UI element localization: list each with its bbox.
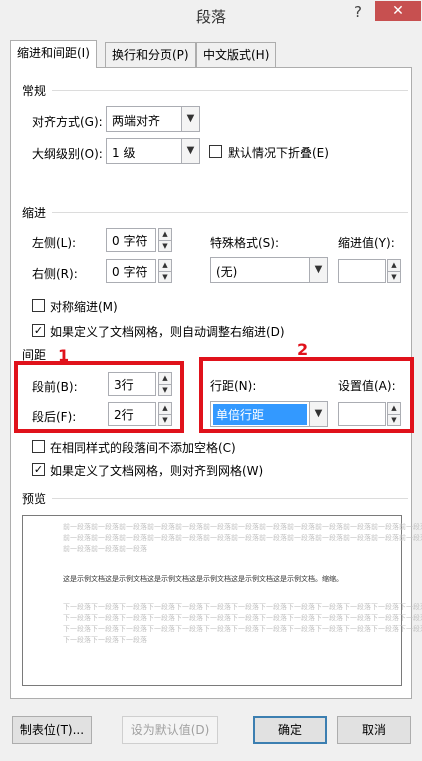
alignment-select[interactable]: 两端对齐 ▼ <box>106 106 200 132</box>
annotation-2: 2 <box>297 340 309 359</box>
outline-level-value: 1 级 <box>112 146 136 160</box>
tab-line-page-breaks[interactable]: 换行和分页(P) <box>105 42 196 68</box>
cancel-button[interactable]: 取消 <box>337 716 411 744</box>
preview-next-line: 下一段落下一段落下一段落 <box>63 636 147 644</box>
special-indent-label: 特殊格式(S): <box>210 236 280 250</box>
outline-level-select[interactable]: 1 级 ▼ <box>106 138 200 164</box>
mirror-indents-label: 对称缩进(M) <box>50 300 118 314</box>
no-space-same-style-label: 在相同样式的段落间不添加空格(C) <box>50 441 236 455</box>
spin-up-icon[interactable]: ▲ <box>159 260 171 271</box>
right-indent-input[interactable]: 0 字符 <box>106 259 156 283</box>
indent-by-spinner[interactable]: ▲ ▼ <box>387 259 401 283</box>
tab-asian-typography[interactable]: 中文版式(H) <box>196 42 277 68</box>
preview-prev-line: 前一段落前一段落前一段落 <box>63 545 147 553</box>
indent-by-label: 缩进值(Y): <box>338 236 395 250</box>
spin-up-icon[interactable]: ▲ <box>388 260 400 271</box>
ok-button[interactable]: 确定 <box>253 716 327 744</box>
help-button[interactable]: ? <box>350 2 366 22</box>
preview-next-line: 下一段落下一段落下一段落下一段落下一段落下一段落下一段落下一段落下一段落下一段落… <box>63 603 422 611</box>
snap-to-grid-label: 如果定义了文档网格，则对齐到网格(W) <box>50 464 264 478</box>
outline-level-label: 大纲级别(O): <box>32 147 103 161</box>
right-indent-spinner[interactable]: ▲ ▼ <box>158 259 172 283</box>
close-button[interactable]: ✕ <box>375 1 421 21</box>
left-indent-label: 左侧(L): <box>32 236 77 250</box>
spin-down-icon[interactable]: ▼ <box>159 240 171 251</box>
preview-next-line: 下一段落下一段落下一段落下一段落下一段落下一段落下一段落下一段落下一段落下一段落… <box>63 625 422 633</box>
preview-prev-line: 前一段落前一段落前一段落前一段落前一段落前一段落前一段落前一段落前一段落前一段落… <box>63 534 422 542</box>
highlight-box-1 <box>14 361 184 433</box>
spin-up-icon[interactable]: ▲ <box>159 229 171 240</box>
general-header: 常规 <box>22 84 47 98</box>
auto-adjust-label: 如果定义了文档网格，则自动调整右缩进(D) <box>50 325 285 339</box>
alignment-label: 对齐方式(G): <box>32 115 103 129</box>
paragraph-dialog: 段落 ? ✕ 缩进和间距(I) 换行和分页(P) 中文版式(H) 常规 对齐方式… <box>0 0 422 761</box>
spin-down-icon[interactable]: ▼ <box>159 271 171 282</box>
title-bar: 段落 ? ✕ <box>0 0 422 30</box>
spin-down-icon[interactable]: ▼ <box>388 271 400 282</box>
no-space-same-style-checkbox[interactable] <box>32 440 45 453</box>
preview-prev-line: 前一段落前一段落前一段落前一段落前一段落前一段落前一段落前一段落前一段落前一段落… <box>63 523 422 531</box>
chevron-down-icon[interactable]: ▼ <box>181 107 199 131</box>
alignment-value: 两端对齐 <box>112 114 161 128</box>
indent-header: 缩进 <box>22 206 47 220</box>
preview-box: 前一段落前一段落前一段落前一段落前一段落前一段落前一段落前一段落前一段落前一段落… <box>22 515 422 686</box>
chevron-down-icon[interactable]: ▼ <box>309 258 327 282</box>
special-indent-value: (无) <box>216 265 238 279</box>
tab-indents-spacing[interactable]: 缩进和间距(I) <box>10 40 97 68</box>
left-indent-spinner[interactable]: ▲ ▼ <box>158 228 172 252</box>
preview-divider <box>52 498 408 499</box>
special-indent-select[interactable]: (无) ▼ <box>210 257 328 283</box>
tabs-button[interactable]: 制表位(T)... <box>12 716 92 744</box>
collapse-label: 默认情况下折叠(E) <box>228 146 329 160</box>
preview-next-line: 下一段落下一段落下一段落下一段落下一段落下一段落下一段落下一段落下一段落下一段落… <box>63 614 422 622</box>
set-default-button[interactable]: 设为默认值(D) <box>122 716 218 744</box>
highlight-box-2 <box>199 357 414 433</box>
right-indent-label: 右侧(R): <box>32 267 78 281</box>
chevron-down-icon[interactable]: ▼ <box>181 139 199 163</box>
annotation-1: 1 <box>58 346 70 365</box>
general-divider <box>52 90 408 91</box>
collapse-checkbox[interactable] <box>209 145 222 158</box>
left-indent-input[interactable]: 0 字符 <box>106 228 156 252</box>
auto-adjust-checkbox[interactable]: ✓ <box>32 324 45 337</box>
indent-by-input[interactable] <box>338 259 386 283</box>
indent-divider <box>52 212 408 213</box>
preview-sample-text: 这是示例文档这是示例文档这是示例文档这是示例文档这是示例文档这是示例文档。缩缩。 <box>63 575 343 583</box>
snap-to-grid-checkbox[interactable]: ✓ <box>32 463 45 476</box>
preview-header: 预览 <box>22 492 47 506</box>
mirror-indents-checkbox[interactable] <box>32 299 45 312</box>
